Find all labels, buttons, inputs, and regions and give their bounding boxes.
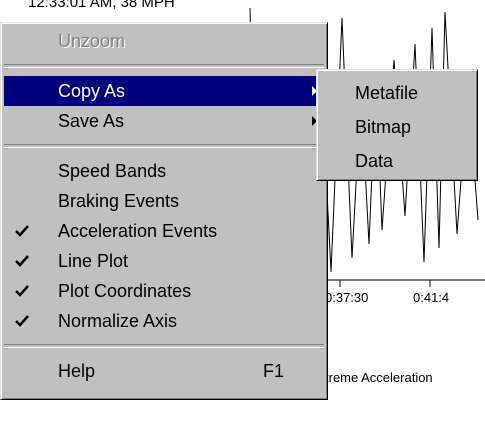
menu-item-help[interactable]: Help F1 bbox=[1, 356, 327, 386]
submenu-item-bitmap[interactable]: Bitmap bbox=[317, 110, 477, 144]
copy-as-submenu: Metafile Bitmap Data bbox=[316, 69, 478, 181]
menu-separator bbox=[4, 64, 324, 68]
menu-item-acceleration-events[interactable]: Acceleration Events bbox=[1, 216, 327, 246]
checkmark-icon bbox=[11, 306, 33, 336]
menu-item-label: Plot Coordinates bbox=[58, 281, 192, 301]
submenu-item-metafile[interactable]: Metafile bbox=[317, 76, 477, 110]
plot-coordinate-readout: 12:33:01 AM, 38 MPH bbox=[28, 0, 175, 11]
x-tick-label: 0:41:4 bbox=[413, 290, 450, 305]
chart-caption: treme Acceleration bbox=[325, 370, 433, 385]
menu-item-label: Speed Bands bbox=[58, 161, 167, 181]
menu-item-label: Copy As bbox=[58, 81, 126, 101]
menu-item-save-as[interactable]: Save As bbox=[1, 106, 327, 136]
menu-separator bbox=[4, 344, 324, 348]
menu-item-copy-as[interactable]: Copy As bbox=[4, 76, 324, 106]
x-tick-label: 0:37:30 bbox=[325, 290, 369, 305]
menu-item-label: Help bbox=[58, 361, 96, 381]
checkmark-icon bbox=[11, 276, 33, 306]
menu-item-label: Unzoom bbox=[58, 31, 126, 51]
menu-item-label: Save As bbox=[58, 111, 125, 131]
menu-item-label: Acceleration Events bbox=[58, 221, 218, 241]
menu-item-line-plot[interactable]: Line Plot bbox=[1, 246, 327, 276]
submenu-item-data[interactable]: Data bbox=[317, 144, 477, 178]
menu-item-shortcut: F1 bbox=[262, 361, 284, 381]
menu-item-plot-coordinates[interactable]: Plot Coordinates bbox=[1, 276, 327, 306]
menu-item-unzoom[interactable]: Unzoom bbox=[1, 26, 327, 56]
context-menu: Unzoom Copy As Save As Speed Bands Braki… bbox=[0, 22, 328, 400]
menu-item-label: Line Plot bbox=[58, 251, 129, 271]
menu-item-speed-bands[interactable]: Speed Bands bbox=[1, 156, 327, 186]
menu-item-label: Normalize Axis bbox=[58, 311, 178, 331]
menu-separator bbox=[4, 144, 324, 148]
menu-item-label: Braking Events bbox=[58, 191, 180, 211]
checkmark-icon bbox=[11, 246, 33, 276]
checkmark-icon bbox=[11, 216, 33, 246]
menu-item-normalize-axis[interactable]: Normalize Axis bbox=[1, 306, 327, 336]
menu-item-braking-events[interactable]: Braking Events bbox=[1, 186, 327, 216]
